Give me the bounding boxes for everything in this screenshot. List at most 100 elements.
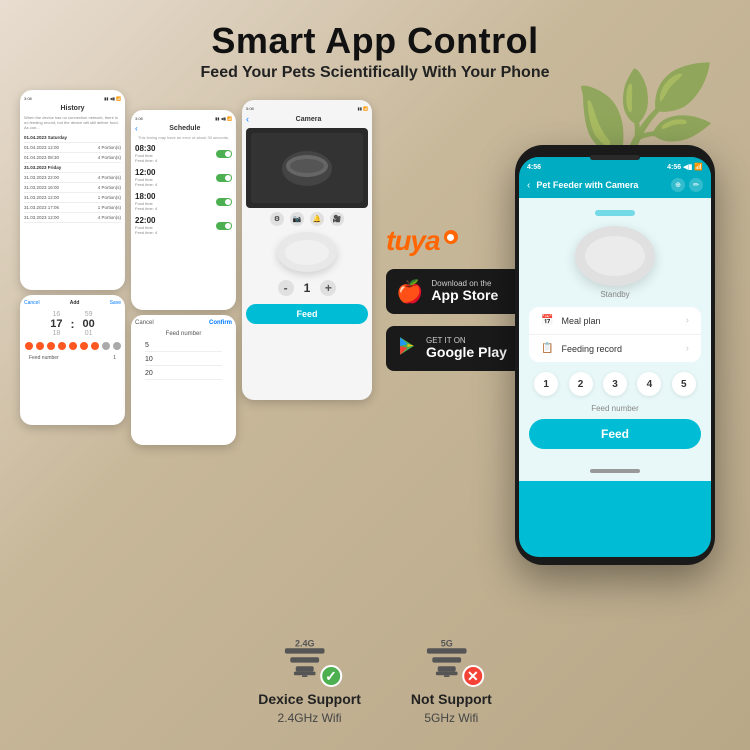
num-3[interactable]: 3 [603, 372, 627, 396]
wifi-24g-label2: 2.4GHz Wifi [278, 711, 342, 725]
google-play-big: Google Play [426, 345, 507, 360]
menu-items: 📅 Meal plan › 📋 Feeding record › [529, 307, 701, 362]
camera-view [246, 128, 368, 208]
history-date-2: 31.03.2023 Friday [24, 163, 121, 173]
feed-number-label-add: Feed number [29, 355, 59, 361]
time-picker: 16 17 18 : 59 00 01 [24, 311, 121, 337]
tuya-text: tuya [386, 225, 440, 257]
feed-number-value: 1 [113, 355, 116, 361]
num-1[interactable]: 1 [534, 372, 558, 396]
phone-nav-icon-2[interactable]: ✏ [689, 178, 703, 192]
camera-nav: ‹ Camera [246, 114, 368, 124]
history-status-icons: ▮▮ ◀▮ 📶 [104, 96, 121, 101]
history-item-2: 01.04.2023 08:30 4 Portion(s) [24, 153, 121, 163]
feeding-record-item[interactable]: 📋 Feeding record › [529, 335, 701, 362]
confirm-confirm[interactable]: Confirm [209, 320, 232, 326]
cam-icon-2[interactable]: 📷 [290, 212, 304, 226]
history-item-5: 31.03.2023 12:00 1 Portion(s) [24, 193, 121, 203]
feeding-record-label: Feeding record [561, 344, 677, 354]
phone-content: Standby 📅 Meal plan › 📋 Feeding record › [519, 198, 711, 461]
cam-icon-4[interactable]: 🎥 [330, 212, 344, 226]
history-time: 3:08 [24, 96, 32, 101]
history-item-6: 31.03.2023 17:06 1 Portion(s) [24, 203, 121, 213]
qty-minus[interactable]: - [278, 280, 294, 296]
meal-plan-chevron: › [686, 315, 689, 326]
num-5[interactable]: 5 [672, 372, 696, 396]
confirm-cancel[interactable]: Cancel [135, 320, 154, 326]
phone-screen-inner: 4:56 4:56 ◀▮ 📶 ‹ Pet Feeder with Camera … [519, 157, 711, 557]
wifi-24g-badge: ✓ [320, 665, 342, 687]
meal-plan-icon: 📅 [541, 315, 553, 326]
confirm-options: 5 10 20 [135, 340, 232, 380]
svg-text:2.4G: 2.4G [295, 638, 315, 648]
tuya-dot [444, 230, 458, 244]
confirm-feed-label: Feed number [135, 331, 232, 337]
camera-icons: ⚙ 📷 🔔 🎥 [246, 212, 368, 226]
app-store-big: App Store [431, 288, 498, 303]
standby-label: Standby [529, 290, 701, 299]
feed-number-row: Feed number 1 [24, 355, 121, 361]
app-store-text: Download on the App Store [431, 279, 498, 303]
schedule-item-2: 12:00 Food time Feed time: 4 [135, 168, 232, 187]
history-item-7: 31.03.2023 12:00 4 Portion(s) [24, 213, 121, 223]
wifi-5g-badge: ✕ [462, 665, 484, 687]
phone-time: 4:56 [527, 164, 541, 171]
history-item-3: 31.03.2023 22:00 4 Portion(s) [24, 173, 121, 183]
feeder-bowl-shape [277, 232, 337, 272]
add-nav: Cancel Add Save [24, 300, 121, 306]
schedule-screen: 3:08 ▮▮ ◀▮ 📶 ‹ Schedule This timing may … [131, 110, 236, 310]
sub-title: Feed Your Pets Scientifically With Your … [20, 64, 730, 82]
history-screen: 3:08 ▮▮ ◀▮ 📶 History When the device has… [20, 90, 125, 290]
wifi-5g-icon-container: 5G ✕ [419, 632, 484, 687]
qty-plus[interactable]: + [320, 280, 336, 296]
schedule-item-4: 22:00 Food time Feed time: 4 [135, 216, 232, 235]
add-save[interactable]: Save [110, 300, 121, 306]
network-indicator: 4:56 ◀▮ 📶 [667, 163, 703, 171]
feeding-record-chevron: › [686, 343, 689, 354]
home-indicator [519, 461, 711, 481]
camera-screen: 5:08 ▮▮ 📶 ‹ Camera ⚙ 📷 🔔 🎥 [242, 100, 372, 400]
num-4[interactable]: 4 [637, 372, 661, 396]
google-play-text: GET IT ON Google Play [426, 336, 507, 360]
confirm-option-2[interactable]: 10 [145, 354, 222, 366]
google-play-icon [396, 335, 418, 362]
schedule-icons: ▮▮ ◀▮ 📶 [215, 116, 232, 121]
confirm-option-3[interactable]: 20 [145, 368, 222, 380]
wifi-5g-label2: 5GHz Wifi [424, 711, 478, 725]
feed-number-sm: Feed number [529, 404, 701, 413]
cam-icon-3[interactable]: 🔔 [310, 212, 324, 226]
confirm-nav: Cancel Confirm [135, 320, 232, 326]
device-image: Standby [529, 226, 701, 299]
meal-plan-label: Meal plan [561, 316, 677, 326]
svg-text:5G: 5G [440, 638, 452, 648]
cam-icon-1[interactable]: ⚙ [270, 212, 284, 226]
history-title: History [24, 105, 121, 112]
wifi-section: 2.4G ✓ Dexice Support 2.4GHz Wifi 5G ✕ [258, 632, 492, 725]
camera-time: 5:08 [246, 106, 254, 111]
main-title: Smart App Control [20, 20, 730, 62]
add-cancel[interactable]: Cancel [24, 300, 40, 306]
camera-feed-btn[interactable]: Feed [246, 304, 368, 324]
device-bowl [575, 226, 655, 286]
confirm-option-1[interactable]: 5 [145, 340, 222, 352]
add-title: Add [70, 300, 80, 306]
meal-plan-item[interactable]: 📅 Meal plan › [529, 307, 701, 335]
wifi-5g-label1: Not Support [411, 691, 492, 707]
phone-status-bar: 4:56 4:56 ◀▮ 📶 [519, 157, 711, 175]
num-2[interactable]: 2 [569, 372, 593, 396]
number-row: 1 2 3 4 5 [529, 372, 701, 396]
feeder-bowl-area [246, 232, 368, 272]
phone-nav-icon-1[interactable]: ⊕ [671, 178, 685, 192]
progress-bar [595, 210, 635, 216]
schedule-item-3: 18:00 Food time Feed time: 4 [135, 192, 232, 211]
main-phone: 4:56 4:56 ◀▮ 📶 ‹ Pet Feeder with Camera … [515, 145, 715, 565]
phone-nav-title: Pet Feeder with Camera [536, 180, 671, 190]
phone-back-icon[interactable]: ‹ [527, 180, 530, 191]
phone-nav: ‹ Pet Feeder with Camera ⊕ ✏ [519, 175, 711, 198]
main-feed-button[interactable]: Feed [529, 419, 701, 449]
dots-row [24, 342, 121, 350]
schedule-note: This timing may have an error of about 3… [135, 135, 232, 140]
history-item-4: 31.03.2023 16:00 4 Portion(s) [24, 183, 121, 193]
schedule-title: Schedule [138, 125, 232, 132]
qty-value: 1 [304, 281, 311, 295]
